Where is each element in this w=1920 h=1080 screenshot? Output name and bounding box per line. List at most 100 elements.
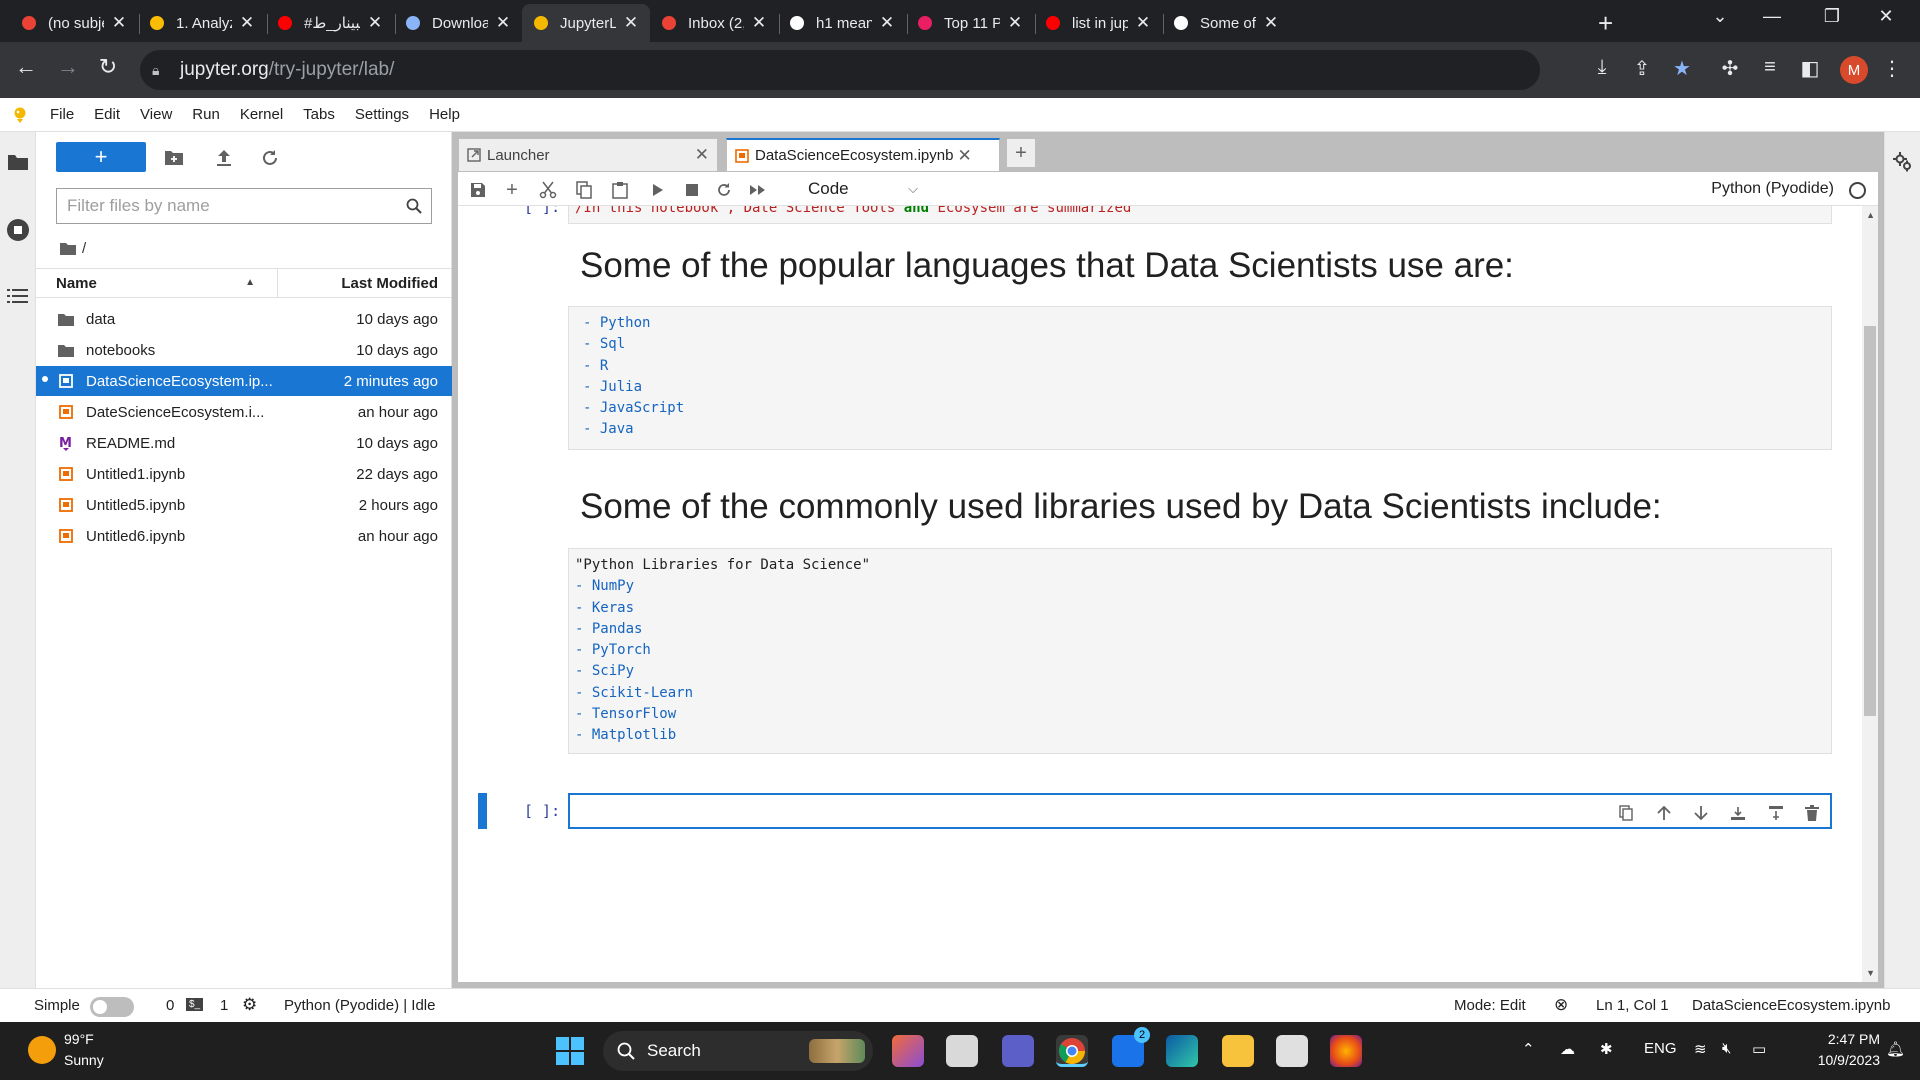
scrollbar-thumb[interactable] bbox=[1864, 326, 1876, 716]
notifications-icon[interactable]: 🔔︎ bbox=[1886, 1040, 1905, 1058]
delete-cell-icon[interactable] bbox=[1800, 802, 1824, 824]
scroll-down-icon[interactable]: ▼ bbox=[1866, 968, 1875, 978]
copy-icon[interactable] bbox=[572, 178, 596, 202]
profile-avatar[interactable]: M bbox=[1840, 56, 1868, 84]
simple-mode-toggle[interactable] bbox=[90, 997, 134, 1017]
forward-icon[interactable]: → bbox=[52, 54, 84, 80]
column-header-modified[interactable]: Last Modified bbox=[278, 269, 452, 297]
menu-file[interactable]: File bbox=[40, 106, 84, 123]
file-row[interactable]: notebooks 10 days ago bbox=[36, 335, 452, 365]
file-row[interactable]: DataScienceEcosystem.ip... 2 minutes ago bbox=[36, 366, 452, 396]
kernel-status-text[interactable]: Python (Pyodide) | Idle bbox=[284, 997, 435, 1014]
new-folder-icon[interactable] bbox=[162, 146, 186, 170]
restore-icon[interactable]: ❐ bbox=[1812, 6, 1852, 27]
insert-cell-icon[interactable]: + bbox=[500, 178, 524, 202]
media-control-icon[interactable]: ≡ bbox=[1756, 56, 1784, 79]
close-tab-icon[interactable]: ✕ bbox=[1134, 13, 1152, 33]
new-tab-button[interactable]: + bbox=[1598, 8, 1613, 39]
file-filter-input[interactable] bbox=[57, 189, 397, 223]
app-tray-icon[interactable]: ✱ bbox=[1600, 1040, 1613, 1058]
edge-icon[interactable] bbox=[1166, 1035, 1198, 1067]
notebook-content[interactable]: [ ]: /In this notebook , Date Science To… bbox=[458, 206, 1878, 982]
interrupt-kernel-icon[interactable] bbox=[680, 178, 704, 202]
menu-edit[interactable]: Edit bbox=[84, 106, 130, 123]
table-of-contents-icon[interactable] bbox=[6, 284, 30, 308]
close-tab-icon[interactable]: ✕ bbox=[110, 13, 128, 33]
insert-below-icon[interactable] bbox=[1764, 802, 1788, 824]
browser-tab[interactable]: Download ✕ bbox=[394, 4, 522, 42]
tab-notebook[interactable]: DataScienceEcosystem.ipynb ✕ bbox=[726, 138, 1000, 172]
battery-icon[interactable]: ▭ bbox=[1752, 1040, 1766, 1058]
breadcrumb-root[interactable]: / bbox=[82, 240, 86, 257]
wifi-icon[interactable]: ≋ bbox=[1694, 1040, 1707, 1058]
chrome-menu-icon[interactable]: ⋮ bbox=[1878, 56, 1906, 81]
weather-temperature[interactable]: 99°F bbox=[64, 1031, 94, 1047]
side-panel-icon[interactable]: ◧ bbox=[1796, 56, 1824, 81]
minimize-icon[interactable]: — bbox=[1752, 6, 1792, 27]
browser-tab[interactable]: JupyterLite ✕ bbox=[522, 4, 650, 42]
file-row[interactable]: M README.md 10 days ago bbox=[36, 428, 452, 458]
browser-tab[interactable]: #ويبينار_ط ✕ bbox=[266, 4, 394, 42]
cut-icon[interactable] bbox=[536, 178, 560, 202]
firefox-icon[interactable] bbox=[1330, 1035, 1362, 1067]
property-inspector-icon[interactable] bbox=[1891, 150, 1915, 174]
extensions-icon[interactable]: ✣ bbox=[1716, 56, 1744, 81]
menu-kernel[interactable]: Kernel bbox=[230, 106, 293, 123]
onedrive-icon[interactable]: ☁ bbox=[1560, 1040, 1575, 1058]
browser-tab[interactable]: h1 meaning ✕ bbox=[778, 4, 906, 42]
cursor-position[interactable]: Ln 1, Col 1 bbox=[1596, 997, 1669, 1014]
close-tab-icon[interactable]: ✕ bbox=[366, 13, 384, 33]
notification-bell-icon[interactable]: ⊗ bbox=[1554, 995, 1568, 1015]
menu-view[interactable]: View bbox=[130, 106, 182, 123]
microsoft-store-icon[interactable] bbox=[1276, 1035, 1308, 1067]
teams-chat-icon[interactable] bbox=[1002, 1035, 1034, 1067]
file-row[interactable]: DateScienceEcosystem.i... an hour ago bbox=[36, 397, 452, 427]
file-browser-icon[interactable] bbox=[6, 150, 30, 174]
scroll-up-icon[interactable]: ▲ bbox=[1866, 210, 1875, 220]
address-bar[interactable]: 🔒︎ jupyter.org/try-jupyter/lab/ bbox=[140, 50, 1540, 90]
close-tab-icon[interactable]: ✕ bbox=[695, 145, 709, 165]
back-icon[interactable]: ← bbox=[10, 54, 42, 80]
volume-muted-icon[interactable]: 🔇︎ bbox=[1722, 1040, 1731, 1057]
clock-time[interactable]: 2:47 PM bbox=[1800, 1031, 1880, 1047]
file-row[interactable]: Untitled6.ipynb an hour ago bbox=[36, 521, 452, 551]
file-explorer-icon[interactable] bbox=[1222, 1035, 1254, 1067]
active-code-cell-editor[interactable] bbox=[568, 793, 1832, 829]
weather-condition[interactable]: Sunny bbox=[64, 1052, 104, 1068]
close-tab-icon[interactable]: ✕ bbox=[622, 13, 640, 33]
upload-icon[interactable] bbox=[212, 146, 236, 170]
close-tab-icon[interactable]: ✕ bbox=[494, 13, 512, 33]
close-tab-icon[interactable]: ✕ bbox=[238, 13, 256, 33]
file-row[interactable]: Untitled5.ipynb 2 hours ago bbox=[36, 490, 452, 520]
paste-icon[interactable] bbox=[608, 178, 632, 202]
save-icon[interactable] bbox=[466, 178, 490, 202]
running-sessions-icon[interactable] bbox=[6, 218, 30, 242]
file-row[interactable]: Untitled1.ipynb 22 days ago bbox=[36, 459, 452, 489]
restart-run-all-icon[interactable] bbox=[746, 178, 770, 202]
browser-tab[interactable]: Inbox (2,11 ✕ bbox=[650, 4, 778, 42]
insert-above-icon[interactable] bbox=[1726, 802, 1750, 824]
duplicate-cell-icon[interactable] bbox=[1614, 802, 1638, 824]
browser-tab[interactable]: Some of th ✕ bbox=[1162, 4, 1290, 42]
column-header-name[interactable]: Name ▲ bbox=[36, 269, 278, 297]
install-app-icon[interactable]: ⤓ bbox=[1588, 56, 1616, 79]
tab-search-icon[interactable]: ⌄ bbox=[1700, 6, 1740, 27]
windows-copilot-icon[interactable] bbox=[892, 1035, 924, 1067]
terminal-count[interactable]: 0 bbox=[166, 997, 174, 1014]
task-view-icon[interactable] bbox=[946, 1035, 978, 1067]
close-tab-icon[interactable]: ✕ bbox=[750, 13, 768, 33]
notebook-scrollbar[interactable]: ▲ ▼ bbox=[1862, 206, 1878, 982]
markdown-cell-source[interactable]: /In this notebook , Date Science Tools a… bbox=[568, 206, 1832, 224]
windows-start-icon[interactable] bbox=[556, 1037, 584, 1065]
breadcrumb-folder-icon[interactable] bbox=[60, 242, 76, 255]
menu-help[interactable]: Help bbox=[419, 106, 470, 123]
run-cell-icon[interactable] bbox=[646, 178, 670, 202]
close-tab-icon[interactable]: ✕ bbox=[878, 13, 896, 33]
menu-run[interactable]: Run bbox=[182, 106, 230, 123]
close-tab-icon[interactable]: ✕ bbox=[957, 146, 971, 166]
show-hidden-icons-icon[interactable]: ⌃ bbox=[1522, 1040, 1535, 1058]
bookmark-star-icon[interactable]: ★ bbox=[1668, 56, 1696, 81]
add-tab-button[interactable]: + bbox=[1006, 138, 1036, 168]
kernel-name[interactable]: Python (Pyodide) bbox=[1711, 180, 1834, 198]
libraries-markdown-cell[interactable]: "Python Libraries for Data Science" - Nu… bbox=[568, 548, 1832, 754]
